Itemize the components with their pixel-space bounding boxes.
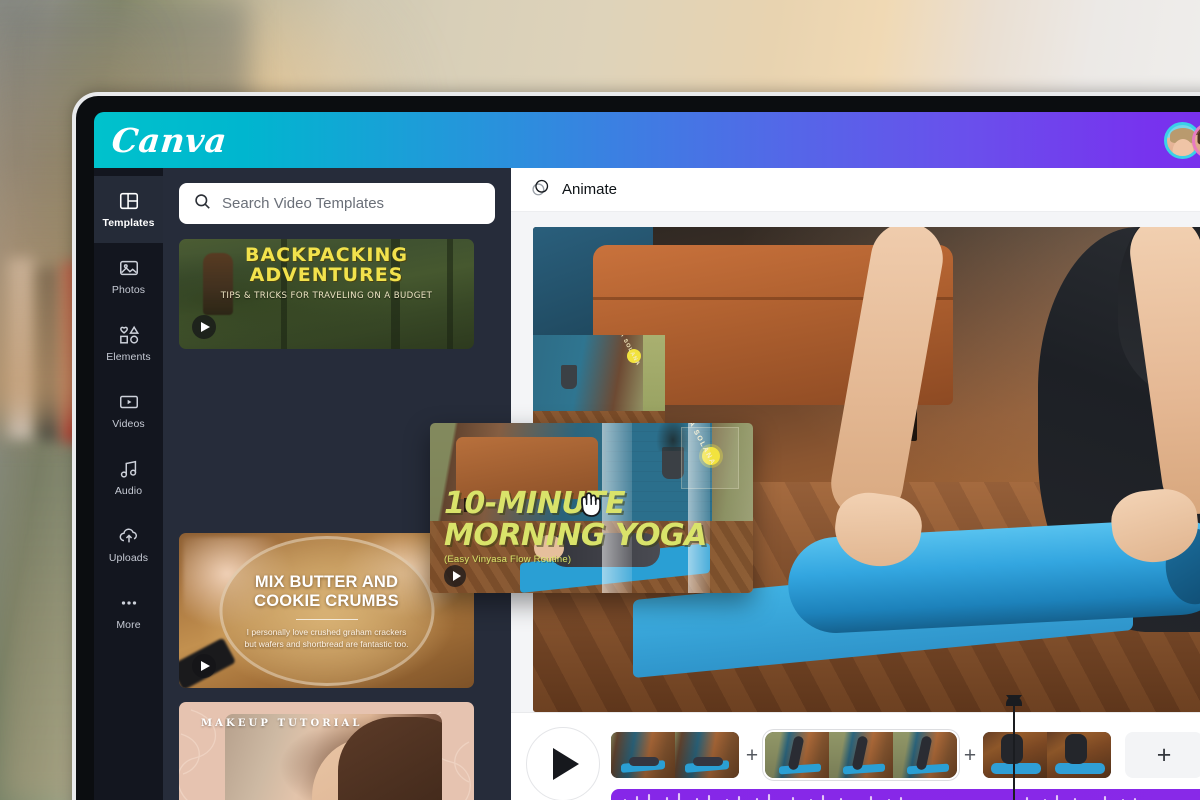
sidebar-item-videos[interactable]: Videos [94,377,163,444]
add-transition-button[interactable]: + [739,745,765,766]
template-play-button[interactable] [192,654,216,678]
clip-frame [829,732,893,778]
device-screen: Canva 15:04 [94,112,1200,800]
animate-button-label[interactable]: Animate [562,181,617,198]
sidebar-item-more[interactable]: More [94,578,163,645]
timeline-playhead[interactable] [1006,695,1022,800]
play-icon [201,661,210,671]
animate-circles-icon [530,177,551,203]
clip-frame [893,732,957,778]
play-icon [201,322,210,332]
clip-frame [765,732,829,778]
template-title-group: BACKPACKING ADVENTURES TIPS & TRICKS FOR… [179,245,474,301]
timeline-play-button[interactable] [526,727,600,800]
device-bezel: Canva 15:04 [76,96,1200,800]
template-card-backpacking[interactable]: BACKPACKING ADVENTURES TIPS & TRICKS FOR… [179,239,474,349]
timeline-clip-row: + + + [611,729,1200,781]
divider [295,619,358,620]
sidebar-item-label: More [116,619,141,631]
timeline-clip[interactable] [983,732,1111,778]
drag-play-button[interactable] [444,565,466,587]
template-play-button[interactable] [192,315,216,339]
template-title-line1: BACKPACKING [245,244,408,266]
template-card-makeup[interactable]: MAKEUP TUTORIAL [179,702,474,800]
sidebar-item-label: Uploads [108,552,149,564]
template-subtitle-line1: I personally love crushed graham cracker… [246,627,407,637]
grabbing-hand-cursor [576,484,610,525]
sidebar-item-audio[interactable]: Audio [94,444,163,511]
canva-logo: Canva [109,120,229,160]
device-frame: Canva 15:04 [72,92,1200,800]
editor-toolbar: Animate [511,168,1200,212]
template-title-line2: ADVENTURES [249,264,404,286]
videos-icon [118,391,140,413]
timeline-clip[interactable] [611,732,739,778]
sidebar-item-label: Elements [106,351,151,363]
collaborator-avatars [1164,121,1200,159]
sidebar-item-uploads[interactable]: Uploads [94,511,163,578]
add-transition-button[interactable]: + [957,745,983,766]
sidebar-item-label: Templates [102,217,155,229]
sidebar-item-label: Photos [111,284,146,296]
decor-hair [337,716,442,800]
drag-subtitle: (Easy Vinyasa Flow Routine) [444,554,572,565]
clip-frame [611,732,675,778]
timeline-clip-selected[interactable] [765,732,957,778]
play-icon [553,748,579,780]
more-dots-icon [118,592,140,614]
sidebar-item-elements[interactable]: Elements [94,310,163,377]
timeline-tracks: + + + [611,695,1200,800]
avatar-face [1172,138,1194,156]
search-box[interactable] [179,183,495,224]
elements-icon [118,324,140,346]
template-subtitle-line2: but wafers and shortbread are fantastic … [244,638,409,649]
sidebar-item-label: Videos [112,418,145,430]
sidebar-item-photos[interactable]: Photos [94,243,163,310]
play-icon [452,571,461,581]
search-icon [193,192,212,216]
clip-frame [1047,732,1111,778]
sidebar-rail: Templates Photos Elements Videos Audio U… [94,168,163,800]
uploads-icon [118,525,140,547]
template-title-line2: COOKIE CRUMBS [254,592,399,610]
sidebar-item-templates[interactable]: Templates [94,176,163,243]
templates-icon [118,190,140,212]
topbar-right-group: 15:04 [1164,121,1200,159]
app-topbar: Canva 15:04 [94,112,1200,168]
photos-icon [118,257,140,279]
pip-plant [561,365,577,389]
template-title: MAKEUP TUTORIAL [201,718,363,729]
add-clip-button[interactable]: + [1125,732,1200,778]
audio-track[interactable] [611,789,1200,800]
search-input[interactable] [222,195,481,212]
sidebar-item-label: Audio [114,485,143,497]
playhead-marker-icon [1006,695,1022,706]
audio-waveform [623,792,1154,800]
clip-frame [675,732,739,778]
template-subtitle: TIPS & TRICKS FOR TRAVELING ON A BUDGET [220,291,433,301]
timeline: + + + [511,695,1200,800]
audio-icon [118,458,140,480]
clip-frame [983,732,1047,778]
